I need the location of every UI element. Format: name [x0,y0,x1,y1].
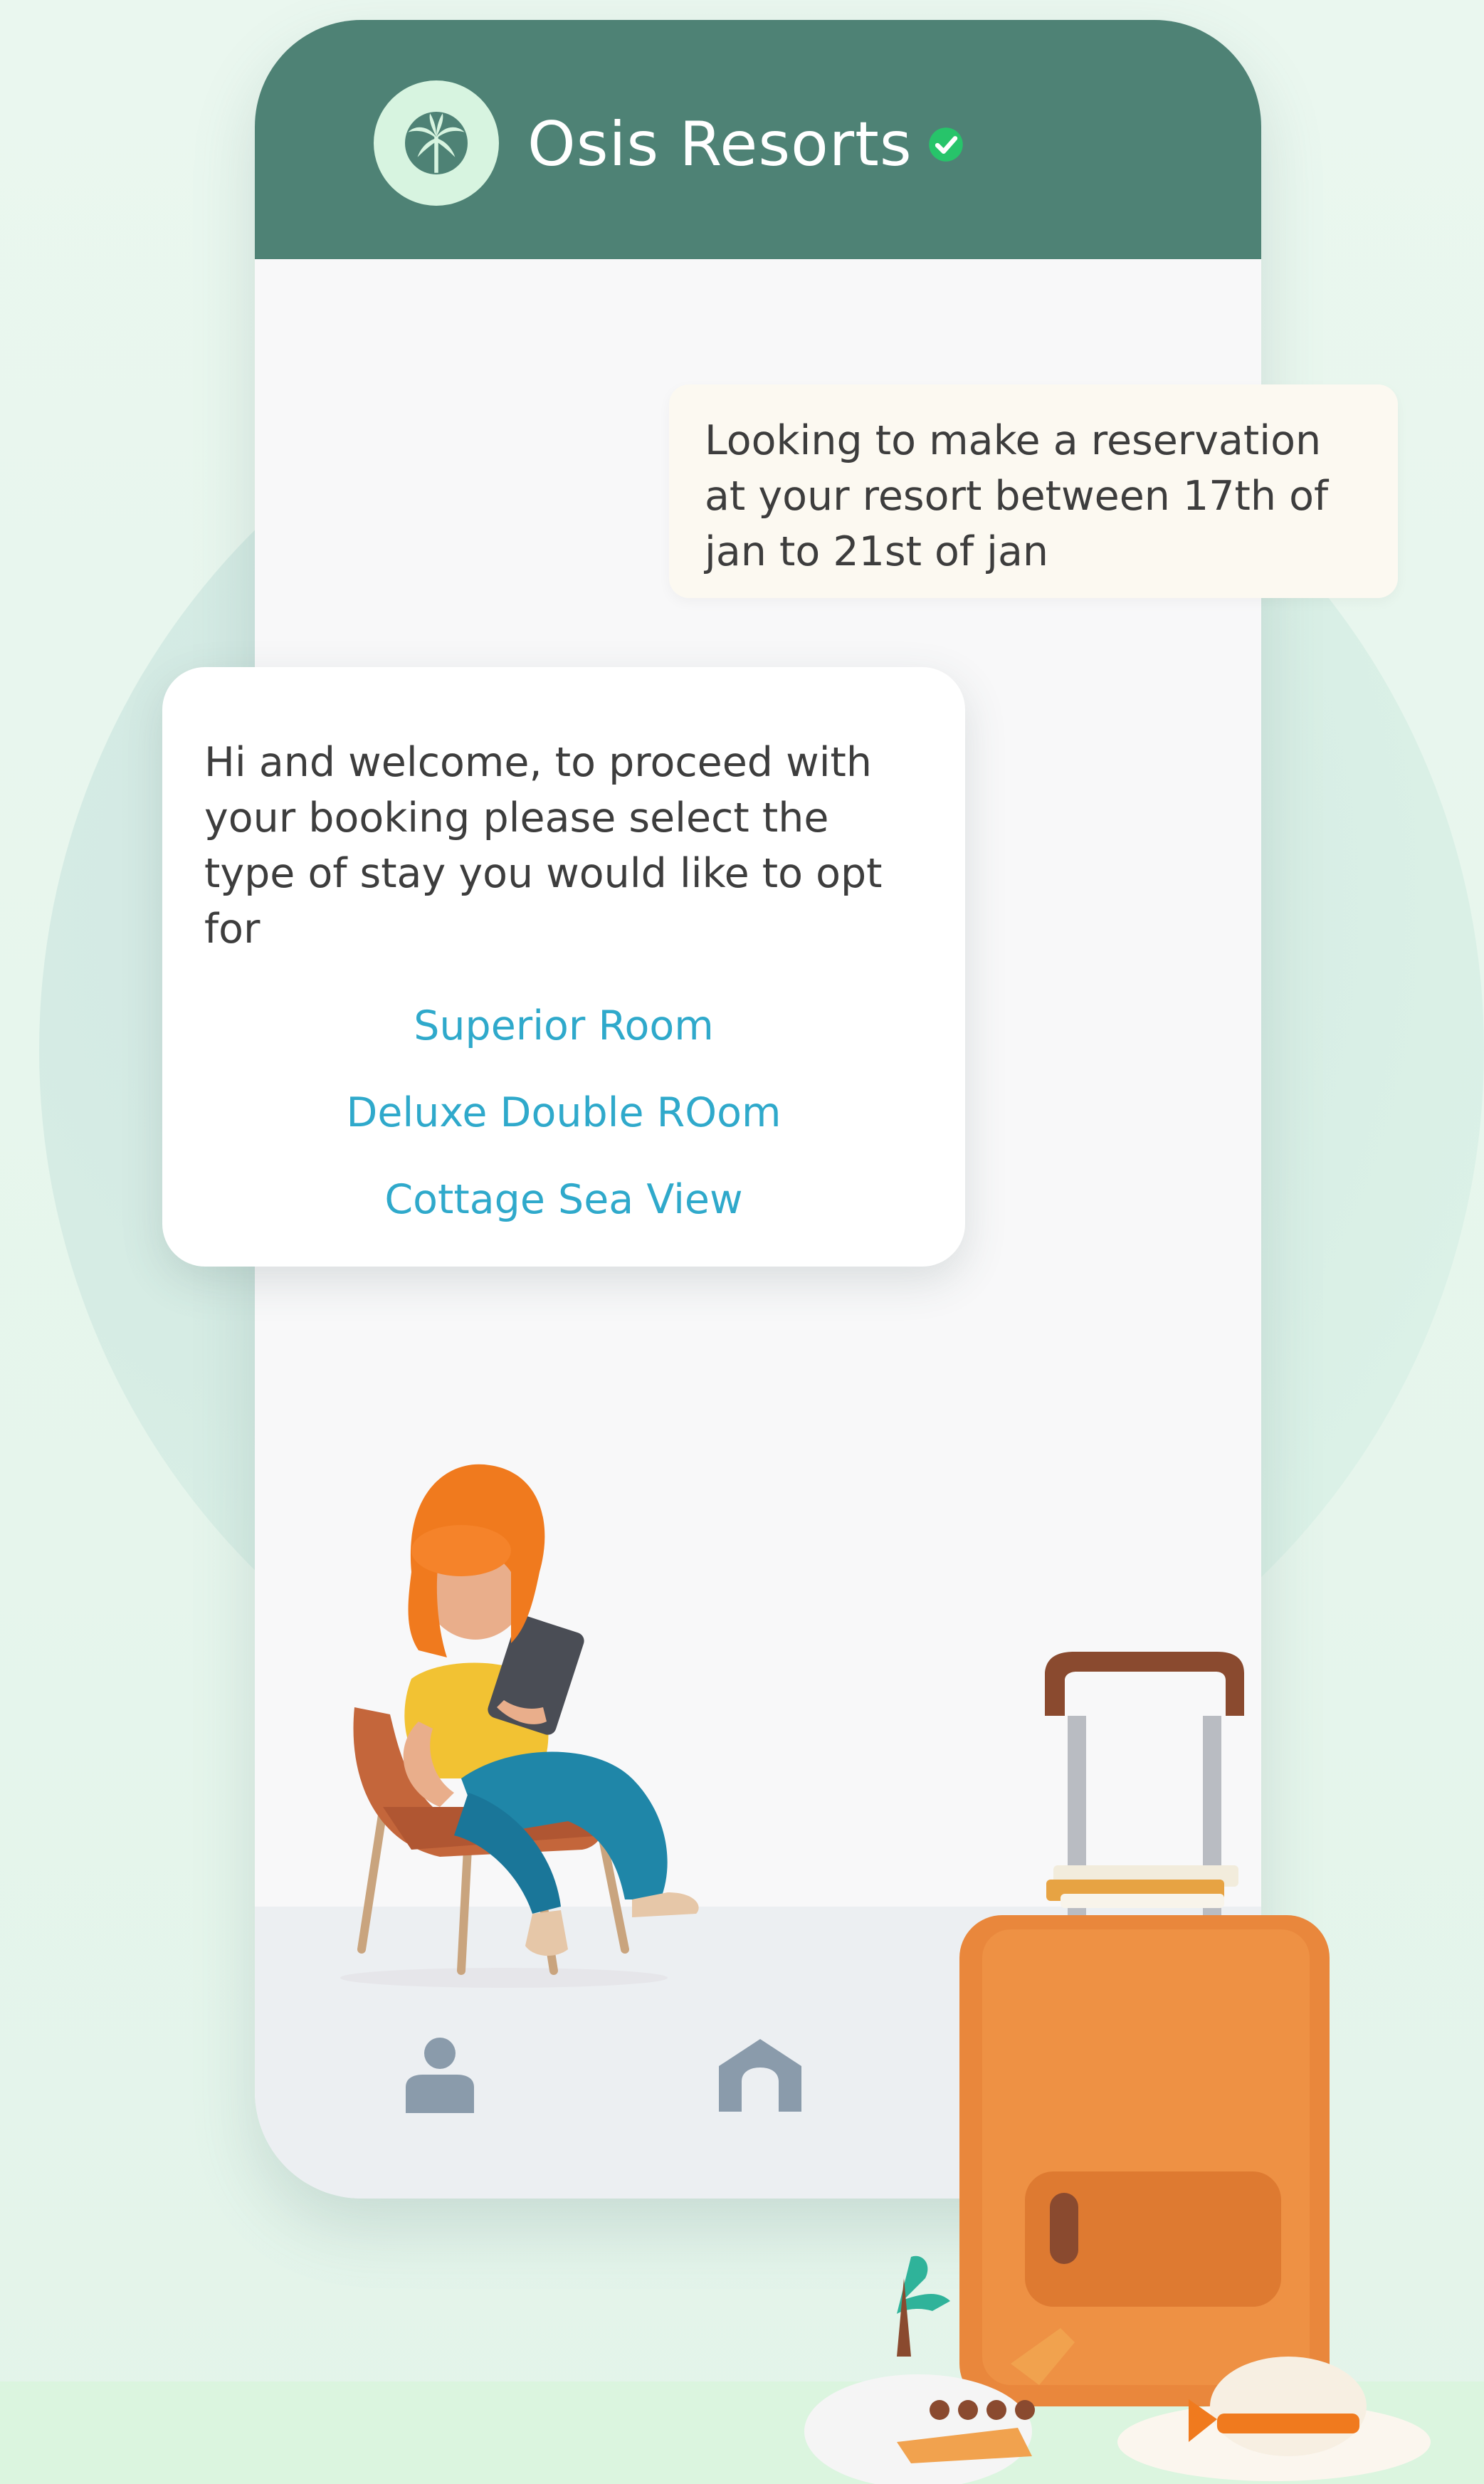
brand-logo[interactable] [374,80,499,206]
sun-hat-illustration [1117,2357,1431,2481]
bot-message-text: Hi and welcome, to proceed with your boo… [204,739,883,953]
stay-options: Superior Room Deluxe Double ROom Cottage… [162,982,965,1243]
home-icon[interactable] [716,2035,804,2113]
chat-header: Osis Resorts [255,20,1261,259]
profile-icon[interactable] [404,2036,475,2114]
user-message-text: Looking to make a reservation at your re… [705,417,1329,575]
option-superior-room[interactable]: Superior Room [162,982,965,1069]
brand-title: Osis Resorts [527,105,965,184]
user-message-bubble: Looking to make a reservation at your re… [669,384,1398,598]
option-cottage-sea-view[interactable]: Cottage Sea View [162,1156,965,1243]
verified-check-icon [928,127,963,162]
palm-tree-icon [405,112,468,174]
bot-message-bubble: Hi and welcome, to proceed with your boo… [162,667,965,1267]
brand-name: Osis Resorts [527,109,912,180]
option-deluxe-double-room[interactable]: Deluxe Double ROom [162,1069,965,1156]
woman-reading-tablet-illustration [340,1464,699,1988]
toy-airplane-illustration [804,2255,1075,2484]
